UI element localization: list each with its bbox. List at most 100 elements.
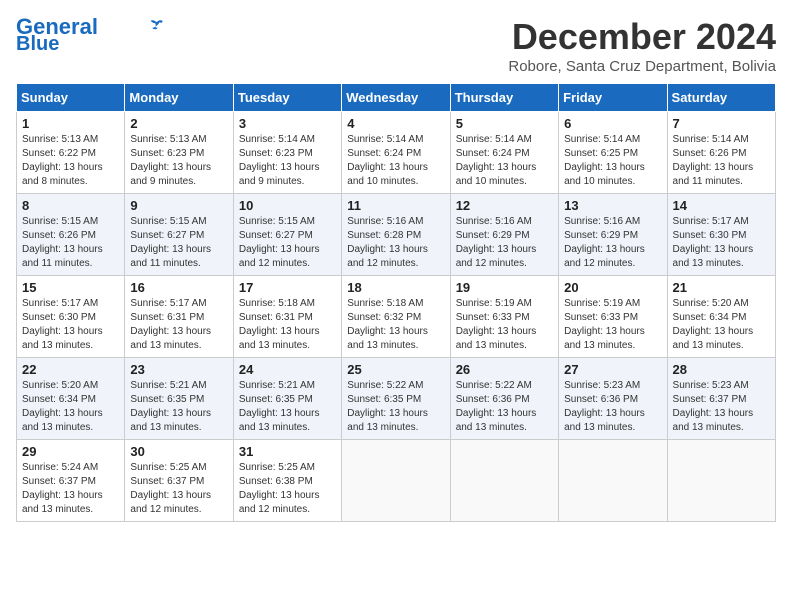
day-number: 2 bbox=[130, 116, 227, 131]
calendar-header: SundayMondayTuesdayWednesdayThursdayFrid… bbox=[17, 84, 776, 112]
day-info: Sunrise: 5:17 AM Sunset: 6:30 PM Dayligh… bbox=[673, 215, 770, 271]
calendar-week-3: 22 Sunrise: 5:20 AM Sunset: 6:34 PM Dayli… bbox=[17, 358, 776, 440]
sub-title: Robore, Santa Cruz Department, Bolivia bbox=[508, 58, 776, 75]
day-info: Sunrise: 5:22 AM Sunset: 6:36 PM Dayligh… bbox=[456, 379, 553, 435]
calendar-cell: 4Sunrise: 5:14 AM Sunset: 6:24 PM Daylig… bbox=[342, 112, 450, 194]
calendar-cell: 30Sunrise: 5:25 AM Sunset: 6:37 PM Dayli… bbox=[125, 440, 233, 522]
day-info: Sunrise: 5:14 AM Sunset: 6:26 PM Dayligh… bbox=[673, 133, 770, 189]
day-number: 23 bbox=[130, 362, 227, 377]
calendar-cell bbox=[559, 440, 667, 522]
day-number: 5 bbox=[456, 116, 553, 131]
calendar-week-2: 15Sunrise: 5:17 AM Sunset: 6:30 PM Dayli… bbox=[17, 276, 776, 358]
logo: General Blue bbox=[16, 16, 164, 54]
day-info: Sunrise: 5:20 AM Sunset: 6:34 PM Dayligh… bbox=[22, 379, 119, 435]
day-info: Sunrise: 5:16 AM Sunset: 6:28 PM Dayligh… bbox=[347, 215, 444, 271]
calendar-cell: 29 Sunrise: 5:24 AM Sunset: 6:37 PM Dayli… bbox=[17, 440, 125, 522]
day-number: 22 bbox=[22, 362, 119, 377]
day-info: Sunrise: 5:14 AM Sunset: 6:25 PM Dayligh… bbox=[564, 133, 661, 189]
calendar-cell bbox=[450, 440, 558, 522]
day-number: 31 bbox=[239, 444, 336, 459]
logo-bird-icon bbox=[146, 19, 164, 33]
day-info: Sunrise: 5:23 AM Sunset: 6:37 PM Dayligh… bbox=[673, 379, 770, 435]
calendar-cell: 6 Sunrise: 5:14 AM Sunset: 6:25 PM Daylig… bbox=[559, 112, 667, 194]
calendar-cell: 28 Sunrise: 5:23 AM Sunset: 6:37 PM Dayli… bbox=[667, 358, 775, 440]
day-number: 1 bbox=[22, 116, 119, 131]
day-number: 6 bbox=[564, 116, 661, 131]
day-number: 14 bbox=[673, 198, 770, 213]
calendar-week-4: 29 Sunrise: 5:24 AM Sunset: 6:37 PM Dayli… bbox=[17, 440, 776, 522]
day-info: Sunrise: 5:16 AM Sunset: 6:29 PM Dayligh… bbox=[564, 215, 661, 271]
day-info: Sunrise: 5:20 AM Sunset: 6:34 PM Dayligh… bbox=[673, 297, 770, 353]
day-number: 25 bbox=[347, 362, 444, 377]
calendar-table: SundayMondayTuesdayWednesdayThursdayFrid… bbox=[16, 83, 776, 522]
header: General Blue December 2024 Robore, Santa… bbox=[16, 16, 776, 75]
calendar-cell: 2Sunrise: 5:13 AM Sunset: 6:23 PM Daylig… bbox=[125, 112, 233, 194]
day-number: 20 bbox=[564, 280, 661, 295]
calendar-cell bbox=[342, 440, 450, 522]
day-number: 8 bbox=[22, 198, 119, 213]
day-info: Sunrise: 5:15 AM Sunset: 6:26 PM Dayligh… bbox=[22, 215, 119, 271]
day-number: 11 bbox=[347, 198, 444, 213]
calendar-cell: 3Sunrise: 5:14 AM Sunset: 6:23 PM Daylig… bbox=[233, 112, 341, 194]
day-info: Sunrise: 5:14 AM Sunset: 6:23 PM Dayligh… bbox=[239, 133, 336, 189]
day-info: Sunrise: 5:24 AM Sunset: 6:37 PM Dayligh… bbox=[22, 461, 119, 517]
calendar-cell: 10 Sunrise: 5:15 AM Sunset: 6:27 PM Dayli… bbox=[233, 194, 341, 276]
calendar-cell: 5 Sunrise: 5:14 AM Sunset: 6:24 PM Daylig… bbox=[450, 112, 558, 194]
day-info: Sunrise: 5:21 AM Sunset: 6:35 PM Dayligh… bbox=[130, 379, 227, 435]
calendar-cell: 16 Sunrise: 5:17 AM Sunset: 6:31 PM Dayli… bbox=[125, 276, 233, 358]
day-number: 17 bbox=[239, 280, 336, 295]
day-number: 28 bbox=[673, 362, 770, 377]
calendar-week-1: 8 Sunrise: 5:15 AM Sunset: 6:26 PM Daylig… bbox=[17, 194, 776, 276]
logo-text2: Blue bbox=[16, 34, 59, 54]
day-number: 10 bbox=[239, 198, 336, 213]
day-info: Sunrise: 5:15 AM Sunset: 6:27 PM Dayligh… bbox=[130, 215, 227, 271]
weekday-header-tuesday: Tuesday bbox=[233, 84, 341, 112]
day-info: Sunrise: 5:14 AM Sunset: 6:24 PM Dayligh… bbox=[456, 133, 553, 189]
main-title: December 2024 bbox=[508, 16, 776, 58]
calendar-cell: 27Sunrise: 5:23 AM Sunset: 6:36 PM Dayli… bbox=[559, 358, 667, 440]
day-info: Sunrise: 5:22 AM Sunset: 6:35 PM Dayligh… bbox=[347, 379, 444, 435]
day-info: Sunrise: 5:17 AM Sunset: 6:31 PM Dayligh… bbox=[130, 297, 227, 353]
calendar-cell: 25 Sunrise: 5:22 AM Sunset: 6:35 PM Dayli… bbox=[342, 358, 450, 440]
calendar-cell: 17Sunrise: 5:18 AM Sunset: 6:31 PM Dayli… bbox=[233, 276, 341, 358]
day-number: 30 bbox=[130, 444, 227, 459]
day-info: Sunrise: 5:19 AM Sunset: 6:33 PM Dayligh… bbox=[456, 297, 553, 353]
calendar-cell: 11 Sunrise: 5:16 AM Sunset: 6:28 PM Dayli… bbox=[342, 194, 450, 276]
day-info: Sunrise: 5:17 AM Sunset: 6:30 PM Dayligh… bbox=[22, 297, 119, 353]
calendar-cell: 31Sunrise: 5:25 AM Sunset: 6:38 PM Dayli… bbox=[233, 440, 341, 522]
day-info: Sunrise: 5:15 AM Sunset: 6:27 PM Dayligh… bbox=[239, 215, 336, 271]
calendar-cell: 19 Sunrise: 5:19 AM Sunset: 6:33 PM Dayli… bbox=[450, 276, 558, 358]
day-number: 26 bbox=[456, 362, 553, 377]
calendar-cell: 7Sunrise: 5:14 AM Sunset: 6:26 PM Daylig… bbox=[667, 112, 775, 194]
weekday-header-sunday: Sunday bbox=[17, 84, 125, 112]
day-number: 18 bbox=[347, 280, 444, 295]
weekday-header-friday: Friday bbox=[559, 84, 667, 112]
day-number: 24 bbox=[239, 362, 336, 377]
calendar-week-0: 1Sunrise: 5:13 AM Sunset: 6:22 PM Daylig… bbox=[17, 112, 776, 194]
calendar-cell: 1Sunrise: 5:13 AM Sunset: 6:22 PM Daylig… bbox=[17, 112, 125, 194]
calendar-cell bbox=[667, 440, 775, 522]
day-number: 9 bbox=[130, 198, 227, 213]
day-number: 16 bbox=[130, 280, 227, 295]
calendar-cell: 22 Sunrise: 5:20 AM Sunset: 6:34 PM Dayli… bbox=[17, 358, 125, 440]
calendar-cell: 8 Sunrise: 5:15 AM Sunset: 6:26 PM Daylig… bbox=[17, 194, 125, 276]
day-number: 29 bbox=[22, 444, 119, 459]
day-number: 27 bbox=[564, 362, 661, 377]
day-number: 12 bbox=[456, 198, 553, 213]
calendar-cell: 21Sunrise: 5:20 AM Sunset: 6:34 PM Dayli… bbox=[667, 276, 775, 358]
calendar-cell: 15Sunrise: 5:17 AM Sunset: 6:30 PM Dayli… bbox=[17, 276, 125, 358]
day-info: Sunrise: 5:21 AM Sunset: 6:35 PM Dayligh… bbox=[239, 379, 336, 435]
calendar-cell: 24 Sunrise: 5:21 AM Sunset: 6:35 PM Dayli… bbox=[233, 358, 341, 440]
weekday-header-monday: Monday bbox=[125, 84, 233, 112]
day-info: Sunrise: 5:19 AM Sunset: 6:33 PM Dayligh… bbox=[564, 297, 661, 353]
day-number: 19 bbox=[456, 280, 553, 295]
weekday-header-saturday: Saturday bbox=[667, 84, 775, 112]
day-info: Sunrise: 5:16 AM Sunset: 6:29 PM Dayligh… bbox=[456, 215, 553, 271]
day-info: Sunrise: 5:18 AM Sunset: 6:32 PM Dayligh… bbox=[347, 297, 444, 353]
weekday-header-wednesday: Wednesday bbox=[342, 84, 450, 112]
day-number: 4 bbox=[347, 116, 444, 131]
calendar-cell: 23 Sunrise: 5:21 AM Sunset: 6:35 PM Dayli… bbox=[125, 358, 233, 440]
day-number: 13 bbox=[564, 198, 661, 213]
title-area: December 2024 Robore, Santa Cruz Departm… bbox=[508, 16, 776, 75]
calendar-cell: 12 Sunrise: 5:16 AM Sunset: 6:29 PM Dayli… bbox=[450, 194, 558, 276]
